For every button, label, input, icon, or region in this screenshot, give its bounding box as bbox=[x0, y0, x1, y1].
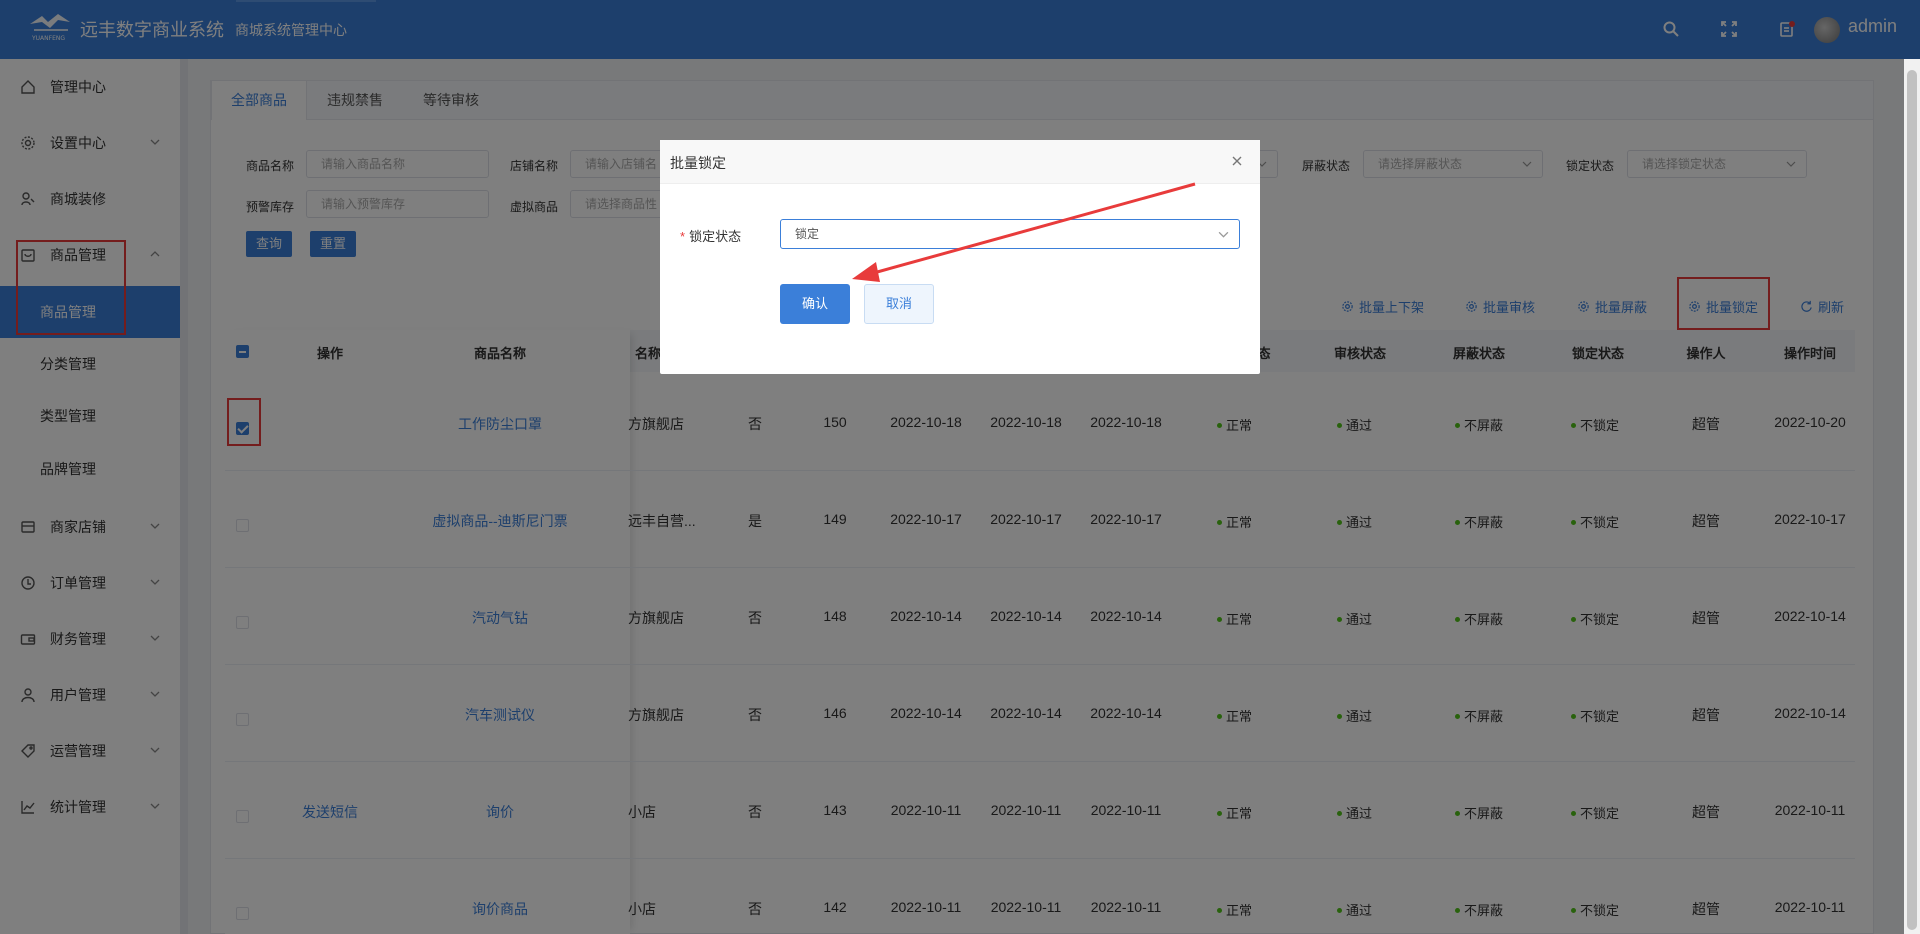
close-icon[interactable] bbox=[1230, 154, 1244, 168]
dialog-header: 批量锁定 bbox=[660, 140, 1260, 184]
lock-status-field-text: 锁定状态 bbox=[689, 229, 742, 244]
dialog-title: 批量锁定 bbox=[670, 155, 726, 171]
confirm-button[interactable]: 确认 bbox=[780, 284, 850, 324]
chevron-down-icon bbox=[1218, 231, 1229, 238]
lock-status-dialog-select[interactable]: 锁定 bbox=[780, 219, 1240, 249]
scrollbar-thumb[interactable] bbox=[1907, 70, 1917, 930]
lock-status-value: 锁定 bbox=[795, 227, 820, 241]
required-mark: * bbox=[680, 229, 686, 244]
batch-lock-dialog: 批量锁定 * 锁定状态 锁定 确认 取消 bbox=[660, 140, 1260, 374]
cancel-button[interactable]: 取消 bbox=[864, 284, 934, 324]
lock-status-field-label: * 锁定状态 bbox=[680, 226, 741, 245]
